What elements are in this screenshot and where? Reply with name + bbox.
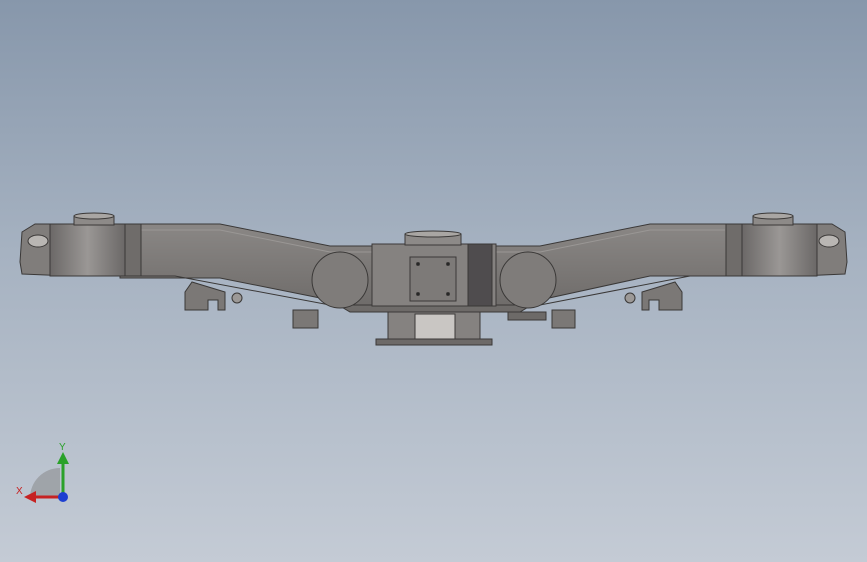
y-axis-label: Y	[59, 442, 66, 453]
right-axle-box	[725, 212, 848, 277]
3d-viewport[interactable]: Y X	[0, 0, 867, 562]
left-axle-box	[19, 212, 142, 277]
coordinate-triad: Y X	[10, 440, 80, 510]
center-bolster	[311, 230, 557, 309]
center-lower-assembly	[375, 311, 547, 346]
bogie-frame-model[interactable]	[0, 0, 867, 562]
x-axis-label: X	[16, 486, 23, 497]
